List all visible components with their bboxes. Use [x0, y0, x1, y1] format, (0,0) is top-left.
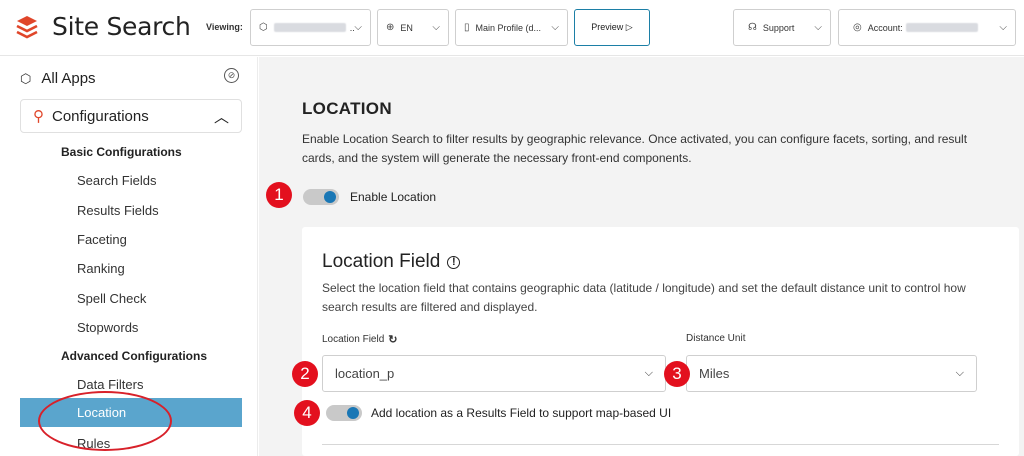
annotation-badge-3: 3	[664, 361, 690, 387]
nav-group-advanced: Advanced Configurations	[61, 349, 208, 363]
sidebar-all-apps[interactable]: ⬡ All Apps	[20, 70, 96, 87]
language-value: EN	[400, 22, 413, 33]
sidebar-item-faceting[interactable]: Faceting	[77, 232, 127, 247]
card-title: Location Field !	[322, 251, 461, 273]
card-description: Select the location field that contains …	[322, 281, 966, 314]
sidebar-item-ranking[interactable]: Ranking	[77, 261, 125, 276]
chevron-down-icon: ⌵	[644, 367, 653, 379]
divider	[322, 444, 999, 445]
sidebar-item-spell-check[interactable]: Spell Check	[77, 291, 146, 306]
app-title: Site Search	[52, 12, 191, 41]
support-menu[interactable]: ☊ Support ⌵	[733, 9, 831, 46]
sidebar-item-search-fields[interactable]: Search Fields	[77, 173, 156, 188]
location-field-card: Location Field ! Select the location fie…	[302, 227, 1019, 456]
preview-label: Preview ▷	[591, 22, 633, 32]
profile-value: Main Profile (d...	[475, 22, 542, 33]
support-label: Support	[762, 22, 795, 33]
preview-button[interactable]: Preview ▷	[574, 9, 650, 46]
location-field-label: Location Field ↻	[322, 333, 398, 346]
language-selector[interactable]: ⊕ EN ⌵	[377, 9, 449, 46]
enable-location-label: Enable Location	[350, 190, 437, 204]
annotation-badge-1: 1	[266, 182, 292, 208]
sidebar-item-location[interactable]: Location	[20, 398, 242, 427]
info-icon[interactable]: !	[447, 255, 461, 269]
app-selector[interactable]: ⬡ .. ⌵	[250, 9, 371, 46]
toggle-knob	[324, 191, 336, 203]
sidebar-item-rules[interactable]: Rules	[77, 436, 110, 451]
results-field-toggle[interactable]	[326, 405, 362, 421]
top-bar: Site Search Viewing: ⬡ .. ⌵ ⊕ EN ⌵ ▯ Mai…	[0, 0, 1024, 56]
main-content: LOCATION Enable Location Search to filte…	[259, 57, 1024, 456]
viewing-label: Viewing:	[206, 22, 243, 32]
account-name-redacted	[905, 23, 978, 32]
distance-unit-select[interactable]: Miles ⌵	[686, 355, 977, 392]
location-field-value: location_p	[335, 366, 395, 381]
sidebar-item-data-filters[interactable]: Data Filters	[77, 377, 143, 392]
distance-unit-label: Distance Unit	[686, 333, 746, 344]
section-label: Configurations	[52, 107, 149, 125]
annotation-badge-4: 4	[294, 400, 320, 426]
globe-icon: ⊕	[386, 22, 395, 33]
sidebar: ⬡ All Apps ⊘ ⚲ Configurations ︿ Basic Co…	[0, 57, 258, 456]
brand: Site Search	[16, 12, 191, 41]
sidebar-item-stopwords[interactable]: Stopwords	[77, 320, 138, 335]
enable-location-toggle[interactable]	[303, 189, 339, 205]
chevron-down-icon: ⌵	[955, 367, 964, 379]
document-icon: ▯	[464, 22, 470, 33]
chevron-down-icon: ⌵	[814, 22, 822, 33]
profile-selector[interactable]: ▯ Main Profile (d... ⌵	[455, 9, 568, 46]
location-field-select[interactable]: location_p ⌵	[322, 355, 666, 392]
cube-icon: ⬡	[259, 22, 268, 33]
headset-icon: ☊	[748, 22, 757, 33]
sidebar-item-results-fields[interactable]: Results Fields	[77, 203, 159, 218]
chevron-up-icon: ︿	[213, 109, 229, 126]
stack-logo-icon	[16, 15, 38, 38]
sidebar-section-configurations[interactable]: ⚲ Configurations ︿	[20, 99, 242, 133]
user-circle-icon: ◎	[853, 22, 862, 33]
chevron-down-icon: ⌵	[354, 22, 362, 33]
page-title: LOCATION	[302, 99, 392, 118]
refresh-icon[interactable]: ↻	[388, 333, 397, 346]
account-menu[interactable]: ◎ Account: ⌵	[838, 9, 1016, 46]
chevron-down-icon: ⌵	[551, 22, 559, 33]
annotation-badge-2: 2	[292, 361, 318, 387]
search-icon: ⚲	[33, 108, 44, 125]
results-field-label: Add location as a Results Field to suppo…	[371, 406, 672, 420]
chevron-down-icon: ⌵	[999, 22, 1007, 33]
account-label: Account:	[867, 22, 903, 33]
chevron-down-icon: ⌵	[432, 22, 440, 33]
collapse-sidebar-icon[interactable]: ⊘	[224, 68, 239, 83]
cube-icon: ⬡	[20, 70, 32, 86]
app-name-redacted	[273, 23, 346, 32]
nav-group-basic: Basic Configurations	[61, 145, 182, 159]
distance-unit-value: Miles	[699, 366, 730, 381]
page-description: Enable Location Search to filter results…	[302, 132, 968, 165]
all-apps-label: All Apps	[41, 70, 96, 87]
toggle-knob	[347, 407, 359, 419]
